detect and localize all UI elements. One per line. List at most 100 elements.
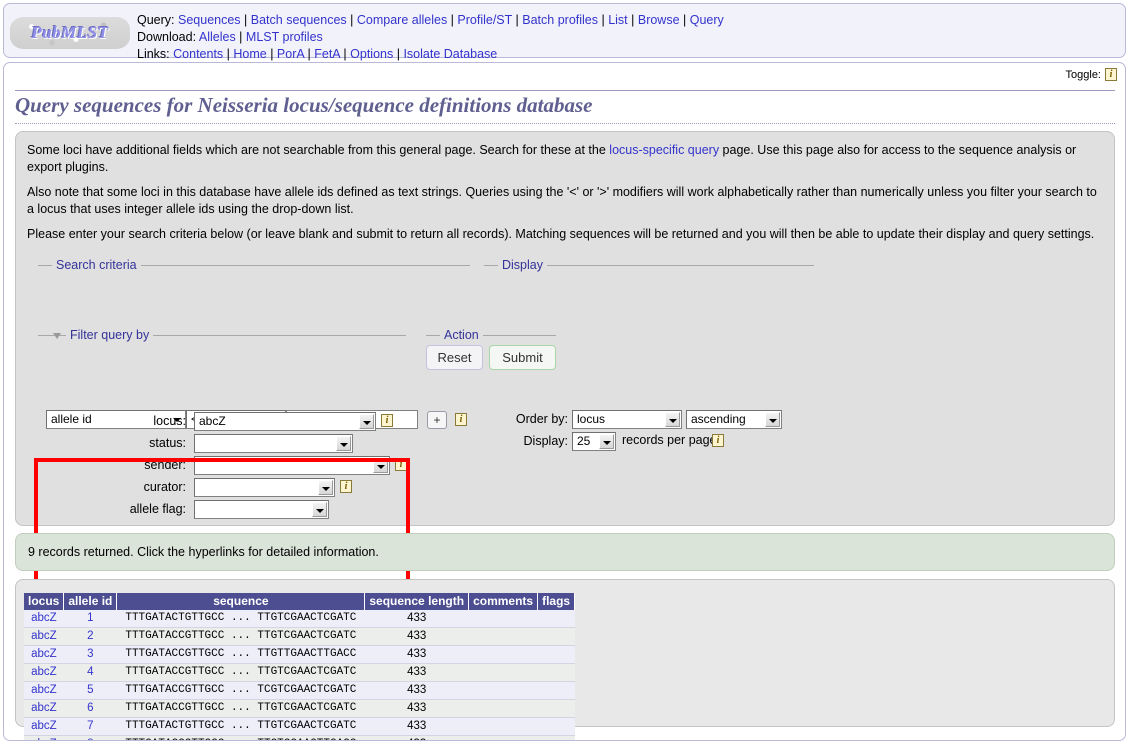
logo-text: PubMLST — [31, 23, 109, 42]
nav-link-home[interactable]: Home — [233, 47, 266, 61]
cell-comments — [468, 681, 538, 700]
chevron-down-icon — [665, 412, 680, 427]
nav-link-browse[interactable]: Browse — [638, 13, 680, 27]
results-message-panel: 9 records returned. Click the hyperlinks… — [15, 533, 1115, 571]
cell-locus: abcZ — [24, 735, 64, 740]
reset-button[interactable]: Reset — [426, 345, 483, 370]
filter-sender-select[interactable] — [194, 456, 390, 475]
nav-link-alleles[interactable]: Alleles — [199, 30, 236, 44]
locus-specific-query-link[interactable]: locus-specific query — [609, 143, 719, 157]
allele-id-link[interactable]: 1 — [87, 612, 93, 624]
nav-link-list[interactable]: List — [608, 13, 627, 27]
cell-sequence-length: 433 — [364, 610, 469, 628]
allele-id-link[interactable]: 4 — [87, 666, 93, 678]
nav-link-profile-st[interactable]: Profile/ST — [457, 13, 512, 27]
cell-flags — [537, 627, 575, 646]
allele-id-link[interactable]: 5 — [87, 684, 93, 696]
table-row: abcZ 2 TTTGATACCGTTGCC ... TTGTCGAACTCGATC… — [24, 627, 575, 646]
nav-link-options[interactable]: Options — [350, 47, 393, 61]
cell-allele-id: 6 — [63, 699, 117, 718]
allele-id-link[interactable]: 2 — [87, 630, 93, 642]
toggle-info-icon[interactable]: i — [1105, 68, 1117, 81]
records-per-page-value: 25 — [577, 434, 591, 448]
nav-link-mlst-profiles[interactable]: MLST profiles — [246, 30, 323, 44]
locus-link[interactable]: abcZ — [31, 648, 57, 660]
site-header: PubMLST Query: Sequences | Batch sequenc… — [3, 3, 1126, 61]
nav-link-feta[interactable]: FetA — [314, 47, 340, 61]
col-header-comments[interactable]: comments — [468, 593, 539, 610]
cell-flags — [537, 681, 575, 700]
filter-legend: Filter query by — [66, 328, 154, 342]
filter-sender-info-icon[interactable]: i — [395, 458, 407, 471]
nav-link-sequences[interactable]: Sequences — [178, 13, 241, 27]
locus-link[interactable]: abcZ — [31, 630, 57, 642]
nav-row-download-label: Download: — [137, 30, 197, 44]
allele-id-link[interactable]: 8 — [87, 738, 93, 740]
nav-link-batch-sequences[interactable]: Batch sequences — [251, 13, 347, 27]
cell-flags — [537, 610, 575, 628]
cell-sequence: TTTGATACCGTTGCC ... TTGTCGAACTCGATC — [116, 699, 365, 718]
add-criteria-button[interactable]: + — [427, 411, 447, 429]
filter-label-allele-flag: allele flag: — [129, 502, 186, 516]
sort-direction-value: ascending — [691, 412, 746, 426]
table-row: abcZ 7 TTTGATACTGTTGCC ... TTGTCGAACTCGATC… — [24, 717, 575, 736]
locus-link[interactable]: abcZ — [31, 666, 57, 678]
intro-paragraph-2: Also note that some loci in this databas… — [27, 185, 1097, 216]
cell-locus: abcZ — [24, 699, 64, 718]
table-row: abcZ 6 TTTGATACCGTTGCC ... TTGTCGAACTCGATC… — [24, 699, 575, 718]
records-per-page-suffix: records per page — [622, 433, 717, 447]
cell-flags — [537, 663, 575, 682]
search-criteria-info-icon[interactable]: i — [455, 413, 467, 426]
allele-id-link[interactable]: 3 — [87, 648, 93, 660]
locus-link[interactable]: abcZ — [31, 738, 57, 740]
action-legend: Action — [440, 328, 483, 342]
nav-link-contents[interactable]: Contents — [173, 47, 223, 61]
cell-sequence: TTTGATACCGTTGCC ... TTGTCGAACTTGACC — [116, 735, 365, 740]
display-info-icon[interactable]: i — [712, 434, 724, 447]
pubmlst-logo[interactable]: PubMLST — [10, 17, 130, 49]
filter-locus-select[interactable]: abcZ — [194, 412, 376, 431]
col-header-locus[interactable]: locus — [24, 593, 65, 610]
locus-link[interactable]: abcZ — [31, 612, 57, 624]
col-header-flags[interactable]: flags — [537, 593, 576, 610]
filter-allele-flag-select[interactable] — [194, 500, 329, 519]
display-fieldset: Display — [484, 258, 814, 317]
nav-link-query[interactable]: Query — [690, 13, 724, 27]
allele-id-link[interactable]: 7 — [87, 720, 93, 732]
filter-locus-info-icon[interactable]: i — [381, 414, 393, 427]
sort-direction-select[interactable]: ascending — [686, 410, 782, 429]
table-row: abcZ 1 TTTGATACTGTTGCC ... TTGTCGAACTCGATC… — [24, 610, 575, 628]
locus-link[interactable]: abcZ — [31, 702, 57, 714]
nav-link-isolate-database[interactable]: Isolate Database — [403, 47, 497, 61]
records-per-page-select[interactable]: 25 — [572, 432, 616, 451]
submit-button[interactable]: Submit — [489, 345, 556, 370]
nav-link-batch-profiles[interactable]: Batch profiles — [522, 13, 598, 27]
nav-row-query-label: Query: — [137, 13, 175, 27]
table-row: abcZ 8 TTTGATACCGTTGCC ... TTGTCGAACTTGACC… — [24, 735, 575, 740]
col-header-sequence[interactable]: sequence — [116, 593, 366, 610]
col-header-allele-id[interactable]: allele id — [63, 593, 118, 610]
table-row: abcZ 4 TTTGATACCGTTGCC ... TTGTCGAACTCGATC… — [24, 663, 575, 682]
table-body: abcZ 1 TTTGATACTGTTGCC ... TTGTCGAACTCGATC… — [24, 610, 575, 740]
locus-link[interactable]: abcZ — [31, 684, 57, 696]
allele-id-link[interactable]: 6 — [87, 702, 93, 714]
locus-link[interactable]: abcZ — [31, 720, 57, 732]
filter-collapse-triangle-icon[interactable] — [53, 333, 61, 339]
order-by-select[interactable]: locus — [572, 410, 682, 429]
cell-sequence: TTTGATACTGTTGCC ... TTGTCGAACTCGATC — [116, 717, 365, 736]
results-table-panel: locus allele id sequence sequence length… — [15, 579, 1115, 740]
nav-row-query: Query: Sequences | Batch sequences | Com… — [137, 13, 724, 27]
nav-link-compare-alleles[interactable]: Compare alleles — [357, 13, 447, 27]
filter-curator-info-icon[interactable]: i — [340, 480, 352, 493]
cell-comments — [468, 610, 538, 628]
filter-status-select[interactable] — [194, 434, 353, 453]
cell-allele-id: 5 — [63, 681, 117, 700]
filter-curator-select[interactable] — [194, 478, 335, 497]
cell-sequence-length: 433 — [364, 699, 469, 718]
nav-link-pora[interactable]: PorA — [277, 47, 304, 61]
cell-sequence: TTTGATACCGTTGCC ... TTGTCGAACTCGATC — [116, 663, 365, 682]
cell-sequence-length: 433 — [364, 627, 469, 646]
filter-label-sender: sender: — [144, 458, 186, 472]
col-header-sequence-length[interactable]: sequence length — [364, 593, 470, 610]
search-criteria-fieldset: Search criteria — [38, 258, 470, 307]
